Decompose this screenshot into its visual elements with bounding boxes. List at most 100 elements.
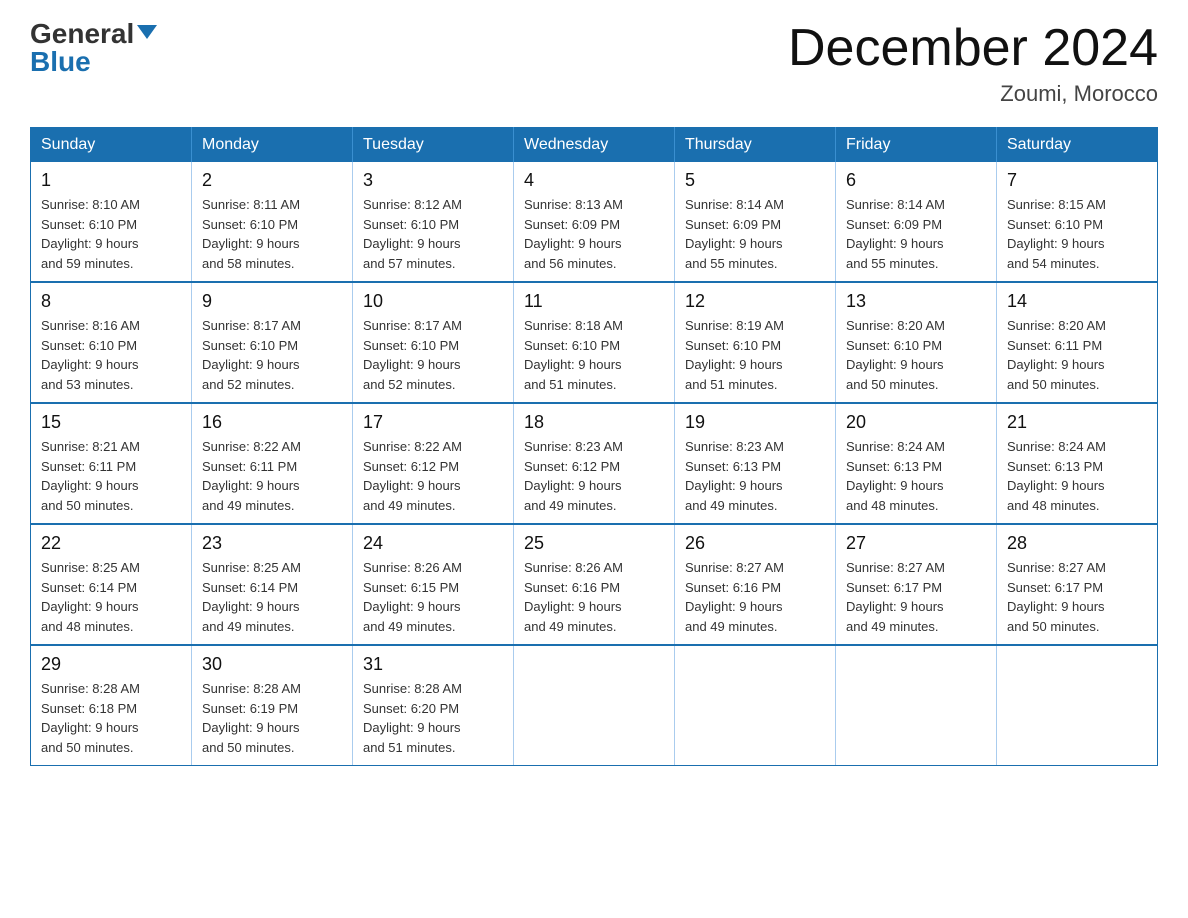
day-info: Sunrise: 8:27 AM Sunset: 6:17 PM Dayligh… <box>846 558 986 636</box>
day-info: Sunrise: 8:21 AM Sunset: 6:11 PM Dayligh… <box>41 437 181 515</box>
day-number: 31 <box>363 654 503 675</box>
day-info: Sunrise: 8:17 AM Sunset: 6:10 PM Dayligh… <box>202 316 342 394</box>
day-number: 22 <box>41 533 181 554</box>
day-number: 9 <box>202 291 342 312</box>
day-cell-3-1: 23 Sunrise: 8:25 AM Sunset: 6:14 PM Dayl… <box>192 524 353 645</box>
day-number: 16 <box>202 412 342 433</box>
week-row-2: 8 Sunrise: 8:16 AM Sunset: 6:10 PM Dayli… <box>31 282 1158 403</box>
month-title: December 2024 <box>788 20 1158 77</box>
day-cell-1-4: 12 Sunrise: 8:19 AM Sunset: 6:10 PM Dayl… <box>675 282 836 403</box>
day-cell-2-6: 21 Sunrise: 8:24 AM Sunset: 6:13 PM Dayl… <box>997 403 1158 524</box>
day-info: Sunrise: 8:17 AM Sunset: 6:10 PM Dayligh… <box>363 316 503 394</box>
day-number: 30 <box>202 654 342 675</box>
logo-top-row: General <box>30 20 157 48</box>
day-info: Sunrise: 8:23 AM Sunset: 6:12 PM Dayligh… <box>524 437 664 515</box>
day-number: 25 <box>524 533 664 554</box>
day-cell-1-1: 9 Sunrise: 8:17 AM Sunset: 6:10 PM Dayli… <box>192 282 353 403</box>
day-info: Sunrise: 8:19 AM Sunset: 6:10 PM Dayligh… <box>685 316 825 394</box>
day-cell-1-6: 14 Sunrise: 8:20 AM Sunset: 6:11 PM Dayl… <box>997 282 1158 403</box>
day-cell-4-1: 30 Sunrise: 8:28 AM Sunset: 6:19 PM Dayl… <box>192 645 353 766</box>
day-number: 13 <box>846 291 986 312</box>
day-info: Sunrise: 8:26 AM Sunset: 6:16 PM Dayligh… <box>524 558 664 636</box>
day-info: Sunrise: 8:25 AM Sunset: 6:14 PM Dayligh… <box>202 558 342 636</box>
day-number: 12 <box>685 291 825 312</box>
day-info: Sunrise: 8:28 AM Sunset: 6:18 PM Dayligh… <box>41 679 181 757</box>
day-cell-1-5: 13 Sunrise: 8:20 AM Sunset: 6:10 PM Dayl… <box>836 282 997 403</box>
day-cell-2-3: 18 Sunrise: 8:23 AM Sunset: 6:12 PM Dayl… <box>514 403 675 524</box>
page-header: General Blue December 2024 Zoumi, Morocc… <box>30 20 1158 107</box>
day-info: Sunrise: 8:28 AM Sunset: 6:19 PM Dayligh… <box>202 679 342 757</box>
col-saturday: Saturday <box>997 128 1158 163</box>
week-row-4: 22 Sunrise: 8:25 AM Sunset: 6:14 PM Dayl… <box>31 524 1158 645</box>
day-info: Sunrise: 8:27 AM Sunset: 6:16 PM Dayligh… <box>685 558 825 636</box>
logo-blue-text: Blue <box>30 46 91 77</box>
day-cell-3-4: 26 Sunrise: 8:27 AM Sunset: 6:16 PM Dayl… <box>675 524 836 645</box>
day-cell-2-2: 17 Sunrise: 8:22 AM Sunset: 6:12 PM Dayl… <box>353 403 514 524</box>
day-info: Sunrise: 8:20 AM Sunset: 6:10 PM Dayligh… <box>846 316 986 394</box>
day-number: 1 <box>41 170 181 191</box>
day-info: Sunrise: 8:13 AM Sunset: 6:09 PM Dayligh… <box>524 195 664 273</box>
day-number: 24 <box>363 533 503 554</box>
day-cell-0-1: 2 Sunrise: 8:11 AM Sunset: 6:10 PM Dayli… <box>192 162 353 282</box>
day-cell-2-0: 15 Sunrise: 8:21 AM Sunset: 6:11 PM Dayl… <box>31 403 192 524</box>
day-cell-4-2: 31 Sunrise: 8:28 AM Sunset: 6:20 PM Dayl… <box>353 645 514 766</box>
day-number: 20 <box>846 412 986 433</box>
day-number: 29 <box>41 654 181 675</box>
day-info: Sunrise: 8:28 AM Sunset: 6:20 PM Dayligh… <box>363 679 503 757</box>
day-info: Sunrise: 8:20 AM Sunset: 6:11 PM Dayligh… <box>1007 316 1147 394</box>
day-cell-2-1: 16 Sunrise: 8:22 AM Sunset: 6:11 PM Dayl… <box>192 403 353 524</box>
day-number: 19 <box>685 412 825 433</box>
day-number: 11 <box>524 291 664 312</box>
day-info: Sunrise: 8:11 AM Sunset: 6:10 PM Dayligh… <box>202 195 342 273</box>
day-info: Sunrise: 8:12 AM Sunset: 6:10 PM Dayligh… <box>363 195 503 273</box>
col-monday: Monday <box>192 128 353 163</box>
day-info: Sunrise: 8:22 AM Sunset: 6:11 PM Dayligh… <box>202 437 342 515</box>
day-number: 23 <box>202 533 342 554</box>
day-cell-1-2: 10 Sunrise: 8:17 AM Sunset: 6:10 PM Dayl… <box>353 282 514 403</box>
logo: General Blue <box>30 20 157 76</box>
week-row-5: 29 Sunrise: 8:28 AM Sunset: 6:18 PM Dayl… <box>31 645 1158 766</box>
day-number: 10 <box>363 291 503 312</box>
day-cell-0-0: 1 Sunrise: 8:10 AM Sunset: 6:10 PM Dayli… <box>31 162 192 282</box>
day-number: 5 <box>685 170 825 191</box>
day-number: 2 <box>202 170 342 191</box>
day-info: Sunrise: 8:26 AM Sunset: 6:15 PM Dayligh… <box>363 558 503 636</box>
day-number: 14 <box>1007 291 1147 312</box>
col-thursday: Thursday <box>675 128 836 163</box>
day-cell-0-5: 6 Sunrise: 8:14 AM Sunset: 6:09 PM Dayli… <box>836 162 997 282</box>
day-number: 26 <box>685 533 825 554</box>
logo-bottom-row: Blue <box>30 48 91 76</box>
day-info: Sunrise: 8:23 AM Sunset: 6:13 PM Dayligh… <box>685 437 825 515</box>
logo-general-text: General <box>30 18 157 49</box>
day-info: Sunrise: 8:27 AM Sunset: 6:17 PM Dayligh… <box>1007 558 1147 636</box>
day-number: 15 <box>41 412 181 433</box>
day-cell-3-5: 27 Sunrise: 8:27 AM Sunset: 6:17 PM Dayl… <box>836 524 997 645</box>
day-cell-4-6 <box>997 645 1158 766</box>
day-number: 7 <box>1007 170 1147 191</box>
day-cell-4-3 <box>514 645 675 766</box>
day-cell-2-5: 20 Sunrise: 8:24 AM Sunset: 6:13 PM Dayl… <box>836 403 997 524</box>
day-info: Sunrise: 8:22 AM Sunset: 6:12 PM Dayligh… <box>363 437 503 515</box>
day-number: 6 <box>846 170 986 191</box>
day-cell-1-0: 8 Sunrise: 8:16 AM Sunset: 6:10 PM Dayli… <box>31 282 192 403</box>
day-info: Sunrise: 8:14 AM Sunset: 6:09 PM Dayligh… <box>846 195 986 273</box>
col-tuesday: Tuesday <box>353 128 514 163</box>
day-cell-3-2: 24 Sunrise: 8:26 AM Sunset: 6:15 PM Dayl… <box>353 524 514 645</box>
day-number: 8 <box>41 291 181 312</box>
week-row-3: 15 Sunrise: 8:21 AM Sunset: 6:11 PM Dayl… <box>31 403 1158 524</box>
day-number: 18 <box>524 412 664 433</box>
day-info: Sunrise: 8:25 AM Sunset: 6:14 PM Dayligh… <box>41 558 181 636</box>
day-cell-3-6: 28 Sunrise: 8:27 AM Sunset: 6:17 PM Dayl… <box>997 524 1158 645</box>
title-section: December 2024 Zoumi, Morocco <box>788 20 1158 107</box>
day-cell-3-3: 25 Sunrise: 8:26 AM Sunset: 6:16 PM Dayl… <box>514 524 675 645</box>
day-cell-0-4: 5 Sunrise: 8:14 AM Sunset: 6:09 PM Dayli… <box>675 162 836 282</box>
day-number: 17 <box>363 412 503 433</box>
day-cell-0-6: 7 Sunrise: 8:15 AM Sunset: 6:10 PM Dayli… <box>997 162 1158 282</box>
day-info: Sunrise: 8:24 AM Sunset: 6:13 PM Dayligh… <box>846 437 986 515</box>
day-cell-0-2: 3 Sunrise: 8:12 AM Sunset: 6:10 PM Dayli… <box>353 162 514 282</box>
calendar-table: Sunday Monday Tuesday Wednesday Thursday… <box>30 127 1158 766</box>
day-cell-4-5 <box>836 645 997 766</box>
col-wednesday: Wednesday <box>514 128 675 163</box>
day-info: Sunrise: 8:14 AM Sunset: 6:09 PM Dayligh… <box>685 195 825 273</box>
col-sunday: Sunday <box>31 128 192 163</box>
